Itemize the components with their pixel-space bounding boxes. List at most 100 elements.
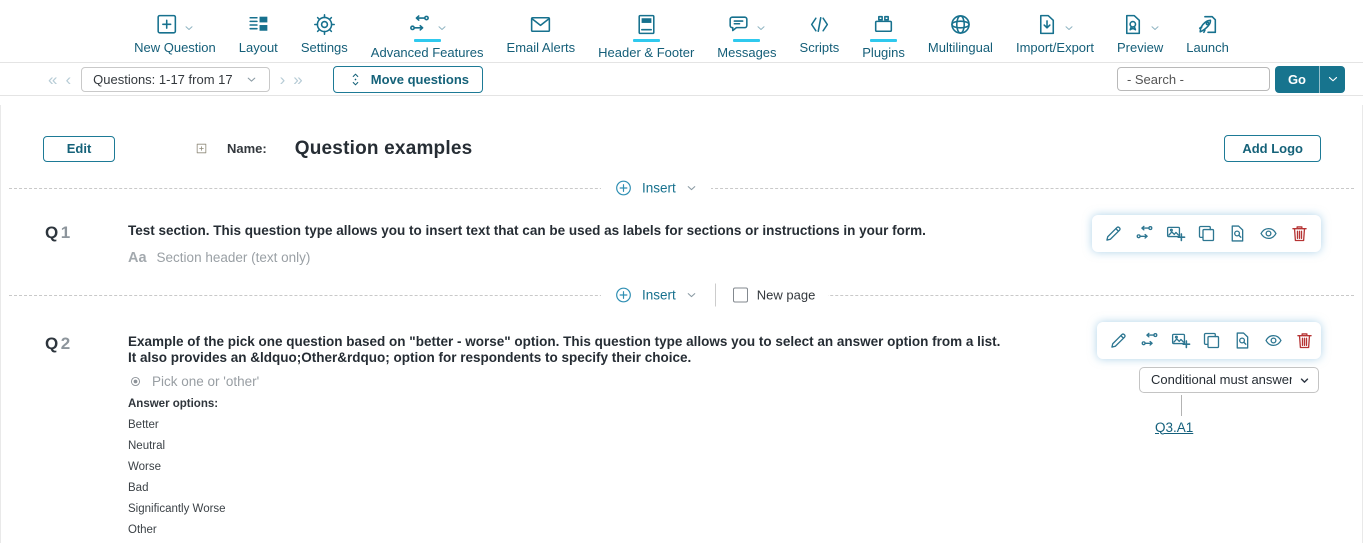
go-dropdown-button[interactable]: [1320, 66, 1345, 93]
question-row-1: Q1 Test section. This question type allo…: [1, 201, 1362, 282]
edit-question-button[interactable]: [1108, 330, 1129, 351]
last-page-icon[interactable]: »: [289, 71, 306, 88]
insert-button[interactable]: Insert: [614, 179, 698, 198]
advanced-features-icon: [407, 12, 432, 37]
preview-icon: [1120, 12, 1145, 37]
answer-option: Worse: [128, 461, 1006, 473]
edit-question-button[interactable]: [1103, 223, 1124, 244]
toolbar-item-scripts[interactable]: Scripts: [800, 10, 840, 55]
toolbar-item-import-export[interactable]: Import/Export: [1016, 10, 1094, 55]
question-type-row: Aa Section header (text only): [128, 250, 1006, 266]
chevron-down-icon: [1326, 72, 1340, 86]
question-prefix: Q: [45, 223, 59, 242]
toolbar-item-messages[interactable]: Messages: [717, 10, 776, 60]
active-underline: [733, 39, 760, 42]
chevron-down-icon: [685, 182, 698, 195]
logic-button[interactable]: [1134, 223, 1155, 244]
add-image-button[interactable]: [1170, 330, 1191, 351]
survey-editor-panel: Edit Name: Question examples Add Logo In…: [0, 105, 1363, 543]
toolbar-item-label: New Question: [134, 40, 216, 55]
question-index: 1: [61, 223, 71, 242]
chevron-down-icon: [436, 22, 448, 34]
layout-icon: [246, 12, 271, 37]
copy-icon: [1201, 330, 1222, 351]
question-row-2: Q2 Example of the pick one question base…: [1, 308, 1362, 543]
chevron-down-icon: [1149, 22, 1161, 34]
toolbar-item-multilingual[interactable]: Multilingual: [928, 10, 993, 55]
question-index: 2: [61, 334, 71, 353]
first-page-icon[interactable]: «: [44, 71, 61, 88]
chevron-down-icon: [1063, 22, 1075, 34]
toolbar-item-layout[interactable]: Layout: [239, 10, 278, 55]
import-export-icon: [1034, 12, 1059, 37]
toolbar-item-advanced-features[interactable]: Advanced Features: [371, 10, 484, 60]
divider: [715, 283, 716, 306]
eye-icon: [1258, 223, 1279, 244]
edit-survey-button[interactable]: Edit: [43, 136, 115, 162]
settings-icon: [312, 12, 337, 37]
question-actions-toolbar: [1092, 215, 1321, 252]
toolbar-item-email-alerts[interactable]: Email Alerts: [507, 10, 576, 55]
visibility-button[interactable]: [1258, 223, 1279, 244]
question-text: Example of the pick one question based o…: [128, 334, 1006, 367]
go-button[interactable]: Go: [1275, 66, 1320, 93]
condition-target-link[interactable]: Q3.A1: [1155, 420, 1193, 435]
move-icon: [347, 71, 364, 88]
add-logo-button[interactable]: Add Logo: [1224, 135, 1321, 162]
conditional-answer-select[interactable]: Conditional must answer: [1139, 367, 1319, 393]
expand-icon[interactable]: [195, 142, 208, 155]
trash-icon: [1294, 330, 1315, 351]
copy-question-button[interactable]: [1196, 223, 1217, 244]
add-image-button[interactable]: [1165, 223, 1186, 244]
logic-connector-line: [1181, 395, 1182, 416]
toolbar-item-label: Plugins: [862, 45, 905, 60]
question-body: Example of the pick one question based o…: [128, 334, 1006, 536]
question-range-label: Questions: 1-17 from 17: [93, 72, 232, 87]
delete-question-button[interactable]: [1289, 223, 1310, 244]
new-page-toggle[interactable]: New page: [733, 287, 816, 302]
question-range-dropdown[interactable]: Questions: 1-17 from 17: [81, 67, 269, 92]
preview-question-button[interactable]: [1232, 330, 1253, 351]
pencil-icon: [1108, 330, 1129, 351]
search-input[interactable]: [1117, 67, 1270, 91]
chevron-down-icon: [183, 22, 195, 34]
new-page-label: New page: [757, 287, 816, 302]
image-add-icon: [1165, 223, 1186, 244]
next-page-icon[interactable]: ›: [276, 71, 290, 88]
logic-flow-icon: [1134, 223, 1155, 244]
pencil-icon: [1103, 223, 1124, 244]
toolbar-item-new-question[interactable]: New Question: [134, 10, 216, 55]
plus-circle-icon: [614, 285, 633, 304]
visibility-button[interactable]: [1263, 330, 1284, 351]
question-number: Q1: [45, 223, 128, 266]
name-label: Name:: [227, 141, 267, 156]
delete-question-button[interactable]: [1294, 330, 1315, 351]
new-page-checkbox[interactable]: [733, 287, 748, 302]
header-footer-icon: [634, 12, 659, 37]
chevron-down-icon: [685, 288, 698, 301]
toolbar-item-plugins[interactable]: Plugins: [862, 10, 905, 60]
toolbar-item-label: Import/Export: [1016, 40, 1094, 55]
launch-icon: [1195, 12, 1220, 37]
insert-button[interactable]: Insert: [614, 285, 698, 304]
toolbar-item-preview[interactable]: Preview: [1117, 10, 1163, 55]
preview-question-button[interactable]: [1227, 223, 1248, 244]
toolbar-item-settings[interactable]: Settings: [301, 10, 348, 55]
messages-icon: [726, 12, 751, 37]
move-questions-button[interactable]: Move questions: [333, 66, 483, 93]
logic-button[interactable]: [1139, 330, 1160, 351]
question-nav-bar: « ‹ Questions: 1-17 from 17 › » Move que…: [0, 63, 1363, 96]
question-prefix: Q: [45, 334, 59, 353]
answer-option: Neutral: [128, 440, 1006, 452]
prev-page-icon[interactable]: ‹: [61, 71, 75, 88]
copy-question-button[interactable]: [1201, 330, 1222, 351]
toolbar-item-header-footer[interactable]: Header & Footer: [598, 10, 694, 60]
active-underline: [633, 39, 660, 42]
email-alerts-icon: [528, 12, 553, 37]
new-question-icon: [154, 12, 179, 37]
toolbar-item-label: Multilingual: [928, 40, 993, 55]
toolbar-item-label: Messages: [717, 45, 776, 60]
toolbar-item-label: Header & Footer: [598, 45, 694, 60]
multilingual-icon: [948, 12, 973, 37]
toolbar-item-launch[interactable]: Launch: [1186, 10, 1229, 55]
